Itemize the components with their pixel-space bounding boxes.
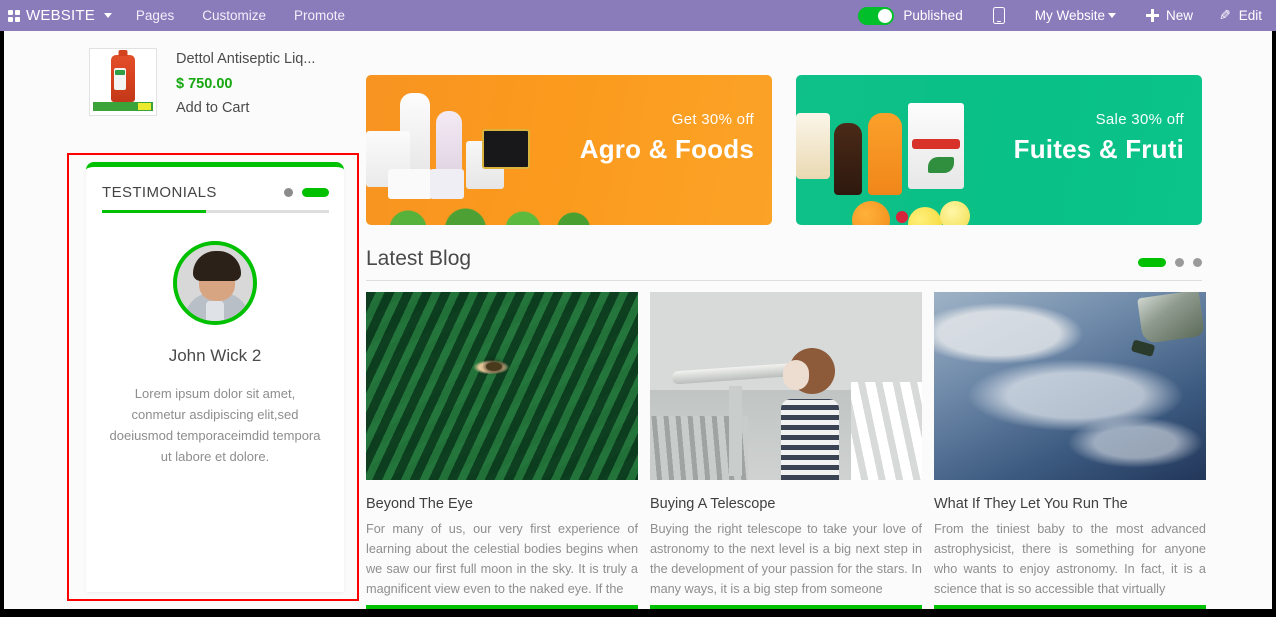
edit-button[interactable]: ✎ Edit [1209, 0, 1276, 31]
site-selector-button[interactable]: My Website [1021, 0, 1130, 31]
eye-behind-fern-leaves-photo [366, 292, 638, 480]
product-info: Dettol Antiseptic Liq... $ 750.00 Add to… [176, 48, 315, 116]
blog-card-image [650, 292, 922, 480]
blog-card-title: What If They Let You Run The [934, 496, 1128, 512]
woman-looking-through-telescope-photo [650, 292, 922, 480]
blog-card-title: Buying A Telescope [650, 496, 776, 512]
promo-banner-agro-foods[interactable]: Get 30% off Agro & Foods [366, 75, 772, 225]
testimonial-avatar [173, 241, 257, 325]
latest-blog-title: Latest Blog [366, 247, 472, 270]
publish-toggle-group[interactable]: Published [848, 0, 976, 31]
mobile-icon [992, 7, 1005, 24]
promo-banner-fruits[interactable]: Sale 30% off Fuites & Fruti [796, 75, 1202, 225]
new-button[interactable]: New [1130, 0, 1209, 31]
blog-carousel-dot-2[interactable] [1175, 258, 1184, 267]
testimonials-progress-bar [102, 210, 329, 213]
carousel-dot-active[interactable] [302, 188, 329, 197]
testimonials-card: TESTIMONIALS John Wick 2 Lorem ipsum dol… [86, 162, 344, 592]
blog-card-image [366, 292, 638, 480]
topbar-item-pages[interactable]: Pages [122, 0, 188, 31]
blog-card[interactable]: Beyond The Eye For many of us, our very … [366, 292, 638, 609]
testimonial-quote: Lorem ipsum dolor sit amet, conmetur asd… [109, 386, 321, 464]
testimonials-header: TESTIMONIALS [86, 167, 344, 210]
banner-text-agro: Get 30% off Agro & Foods [580, 111, 754, 165]
satellite-shape [1137, 292, 1205, 345]
blog-card-image [934, 292, 1206, 480]
blog-card-title: Beyond The Eye [366, 496, 473, 512]
website-menu-button[interactable]: WEBSITE [0, 0, 122, 31]
organic-juices-fruits-photo [796, 85, 1026, 225]
testimonials-carousel-indicators[interactable] [284, 188, 329, 197]
banner-title: Fuites & Fruti [1013, 134, 1184, 164]
avatar-hair-shape [193, 251, 241, 281]
blog-carousel-indicators[interactable] [1138, 258, 1202, 267]
product-name: Dettol Antiseptic Liq... [176, 51, 316, 67]
publish-toggle-switch[interactable] [858, 6, 895, 25]
banner-subtitle: Sale 30% off [1095, 111, 1184, 128]
topbar-item-customize[interactable]: Customize [188, 0, 280, 31]
banner-subtitle: Get 30% off [671, 111, 754, 128]
blog-card[interactable]: What If They Let You Run The From the ti… [934, 292, 1206, 609]
read-more-button[interactable]: Read more [934, 605, 1206, 609]
blog-card-excerpt: From the tiniest baby to the most advanc… [934, 522, 1206, 596]
blog-card-excerpt: For many of us, our very first experienc… [366, 522, 638, 596]
blog-cards-row: Beyond The Eye For many of us, our very … [366, 292, 1206, 609]
read-more-button[interactable]: Read more [650, 605, 922, 609]
earth-from-space-satellite-photo [934, 292, 1206, 480]
website-menu-label: WEBSITE [26, 7, 95, 24]
blog-carousel-dot-active[interactable] [1138, 258, 1166, 267]
website-canvas: Dettol Antiseptic Liq... $ 750.00 Add to… [4, 31, 1272, 609]
product-card[interactable]: Dettol Antiseptic Liq... $ 750.00 Add to… [89, 48, 315, 116]
dairy-products-photo [366, 85, 596, 225]
grass-decoration [366, 199, 592, 225]
add-to-cart-link[interactable]: Add to Cart [176, 100, 315, 116]
grid-apps-icon [8, 9, 20, 22]
latest-blog-header: Latest Blog [366, 247, 1202, 281]
mobile-preview-button[interactable] [977, 0, 1021, 31]
bottle-label-shape [114, 68, 126, 90]
edit-button-label: Edit [1238, 8, 1262, 23]
avatar-collar-shape [206, 301, 224, 321]
topbar-item-promote[interactable]: Promote [280, 0, 359, 31]
testimonials-highlight-box: TESTIMONIALS John Wick 2 Lorem ipsum dol… [67, 153, 359, 601]
carousel-dot-1[interactable] [284, 188, 293, 197]
banner-text-fruits: Sale 30% off Fuites & Fruti [1014, 111, 1184, 165]
website-editor-topbar: WEBSITE Pages Customize Promote Publishe… [0, 0, 1276, 31]
blog-card-excerpt: Buying the right telescope to take your … [650, 522, 922, 596]
product-price: $ 750.00 [176, 76, 233, 92]
testimonial-author-name: John Wick 2 [168, 346, 262, 365]
product-banner-strip [93, 102, 153, 111]
chevron-down-icon [103, 13, 112, 18]
chevron-down-icon [1107, 13, 1116, 18]
topbar-right-group: Published My Website New ✎ Edit [848, 0, 1276, 31]
plus-icon [1145, 9, 1159, 22]
product-image [89, 48, 157, 116]
page-root: WEBSITE Pages Customize Promote Publishe… [0, 0, 1276, 617]
site-selector-label: My Website [1034, 8, 1105, 23]
pencil-icon: ✎ [1219, 7, 1231, 23]
publish-status-label: Published [903, 8, 963, 23]
blog-card[interactable]: Buying A Telescope Buying the right tele… [650, 292, 922, 609]
blog-carousel-dot-3[interactable] [1193, 258, 1202, 267]
new-button-label: New [1165, 8, 1193, 23]
bottle-shape [111, 55, 135, 102]
read-more-button[interactable]: Read more [366, 605, 638, 609]
testimonials-title: TESTIMONIALS [102, 184, 217, 201]
banner-title: Agro & Foods [579, 134, 754, 164]
topbar-left-group: WEBSITE Pages Customize Promote [0, 0, 359, 31]
